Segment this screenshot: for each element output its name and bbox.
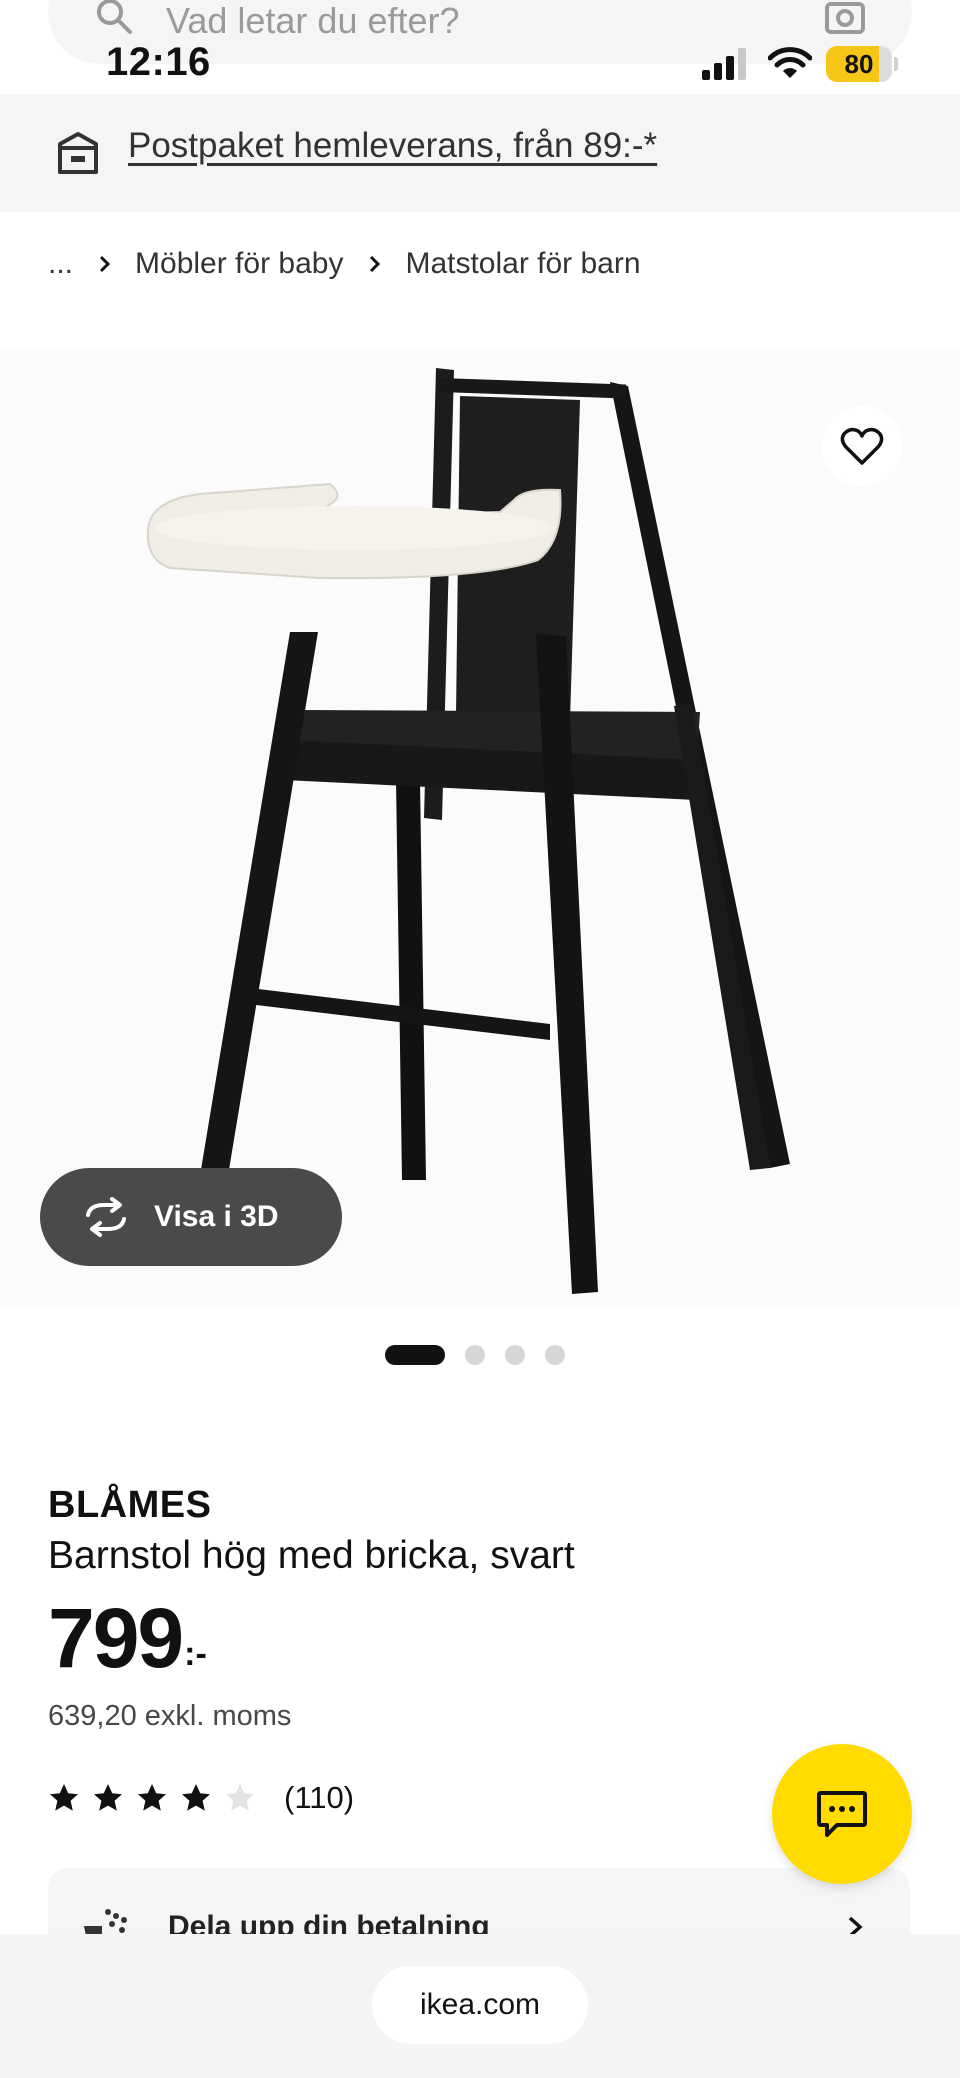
parcel-delivery-icon bbox=[58, 132, 98, 174]
view-in-3d-button[interactable]: Visa i 3D bbox=[40, 1168, 342, 1266]
product-price: 799 :- bbox=[48, 1596, 207, 1680]
chevron-right-icon bbox=[99, 255, 111, 273]
chevron-right-icon bbox=[370, 255, 381, 273]
wifi-icon bbox=[768, 47, 812, 78]
status-time: 12:16 bbox=[106, 40, 211, 84]
star-filled-icon bbox=[50, 1784, 78, 1811]
gallery-dot[interactable] bbox=[505, 1345, 525, 1365]
product-image-high-chair bbox=[146, 368, 790, 1294]
breadcrumb-baby-furniture[interactable]: Möbler för baby bbox=[135, 247, 343, 281]
browser-url-bar[interactable]: ikea.com bbox=[372, 1966, 588, 2044]
product-image-gallery[interactable]: Visa i 3D bbox=[0, 348, 960, 1308]
breadcrumb-ellipsis[interactable]: ... bbox=[48, 247, 73, 281]
gallery-dot[interactable] bbox=[385, 1345, 445, 1365]
product-rating[interactable]: (110) bbox=[48, 1780, 354, 1816]
favorite-button[interactable] bbox=[822, 406, 902, 486]
review-count[interactable]: (110) bbox=[284, 1780, 354, 1816]
breadcrumb: ... Möbler för baby Matstolar för barn bbox=[48, 244, 641, 284]
heart-icon bbox=[840, 427, 884, 465]
gallery-dot[interactable] bbox=[465, 1345, 485, 1365]
product-brand: BLÅMES bbox=[48, 1484, 212, 1526]
price-suffix: :- bbox=[184, 1635, 207, 1673]
status-bar: 12:16 80 bbox=[0, 0, 960, 94]
price-amount: 799 bbox=[48, 1591, 184, 1685]
chat-support-button[interactable] bbox=[772, 1744, 912, 1884]
browser-bottom-bar: ikea.com bbox=[0, 1934, 960, 2078]
price-excl-vat: 639,20 exkl. moms bbox=[48, 1700, 292, 1732]
star-filled-icon bbox=[94, 1784, 122, 1811]
star-empty-icon bbox=[226, 1784, 254, 1811]
gallery-dot[interactable] bbox=[545, 1345, 565, 1365]
delivery-banner[interactable]: Postpaket hemleverans, från 89:-* bbox=[0, 94, 960, 212]
view-in-3d-label: Visa i 3D bbox=[154, 1200, 279, 1233]
breadcrumb-high-chairs[interactable]: Matstolar för barn bbox=[405, 247, 640, 281]
gallery-pagination[interactable] bbox=[0, 1344, 960, 1366]
delivery-banner-link[interactable]: Postpaket hemleverans, från 89:-* bbox=[128, 126, 657, 166]
chat-bubble-icon bbox=[817, 1791, 867, 1837]
product-name: Barnstol hög med bricka, svart bbox=[48, 1534, 575, 1577]
battery-indicator: 80 bbox=[826, 46, 898, 82]
rotate-3d-icon bbox=[86, 1197, 126, 1237]
battery-level-label: 80 bbox=[844, 49, 874, 79]
cellular-signal-icon bbox=[702, 48, 746, 80]
star-filled-icon bbox=[182, 1784, 210, 1811]
star-filled-icon bbox=[138, 1784, 166, 1811]
